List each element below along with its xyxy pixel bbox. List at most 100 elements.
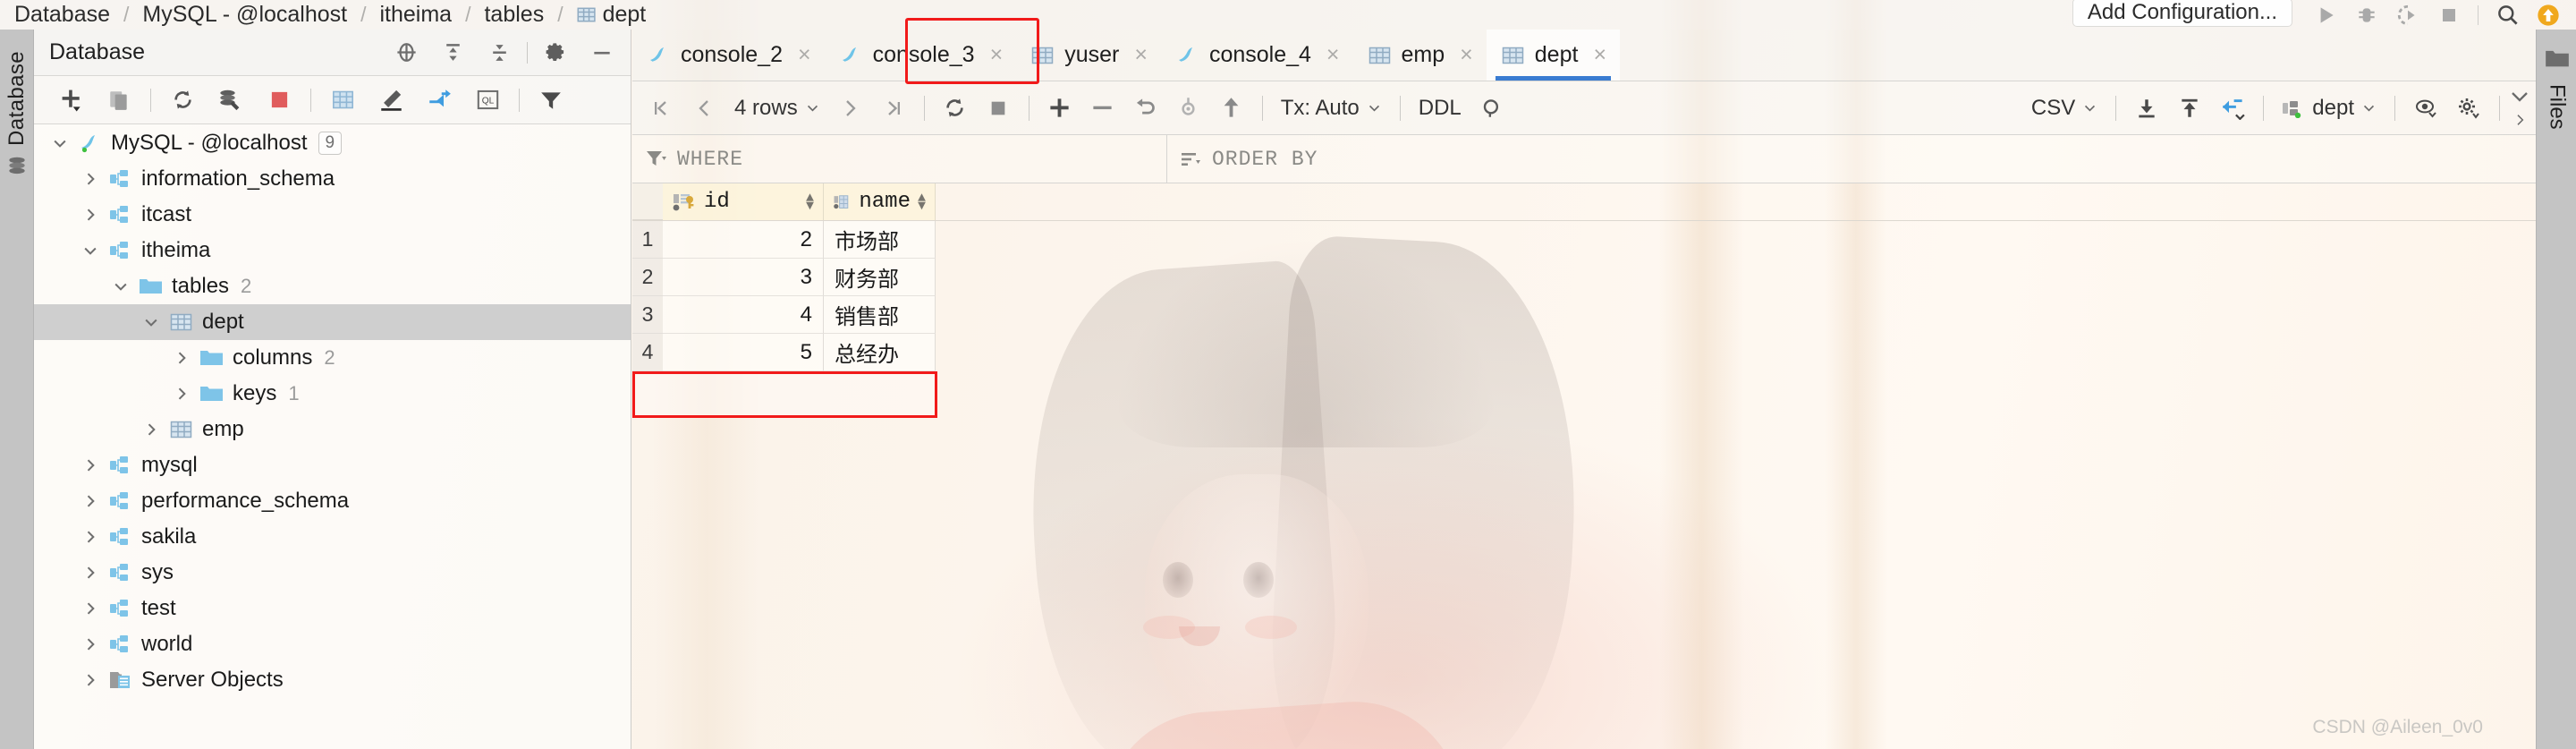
next-page-icon[interactable] (829, 81, 872, 135)
add-icon[interactable] (47, 76, 95, 124)
add-configuration-button[interactable]: Add Configuration... (2072, 0, 2292, 27)
hide-icon[interactable] (579, 30, 625, 76)
chevron-right-icon[interactable] (136, 421, 166, 438)
table-row[interactable]: 4 5 总经办 (632, 334, 2536, 371)
tree-node-performance-schema[interactable]: performance_schema (34, 483, 631, 519)
modify-icon[interactable] (367, 76, 415, 124)
ddl-button[interactable]: DDL (1410, 96, 1470, 121)
chevron-right-icon[interactable] (75, 492, 106, 510)
tree-node-itcast[interactable]: itcast (34, 197, 631, 233)
row-count-selector[interactable]: 4 rows (725, 96, 829, 121)
stop-icon[interactable] (977, 81, 1020, 135)
chevron-right-icon[interactable] (75, 456, 106, 474)
locate-icon[interactable] (383, 30, 429, 76)
jump-to-editor-icon[interactable] (2211, 81, 2254, 135)
order-by-input[interactable]: ORDER BY (1167, 135, 1318, 183)
chevron-down-icon[interactable] (45, 134, 75, 152)
stop-icon[interactable] (2428, 0, 2470, 30)
stop-icon[interactable] (255, 76, 303, 124)
where-filter-input[interactable]: WHERE (632, 135, 1167, 183)
close-icon[interactable]: × (1460, 42, 1473, 68)
chevron-right-icon[interactable] (75, 170, 106, 188)
prev-page-icon[interactable] (682, 81, 725, 135)
reload-icon[interactable] (934, 81, 977, 135)
cell-name[interactable]: 总经办 (824, 334, 936, 371)
editor-tab-console_2[interactable]: console_2 × (632, 30, 825, 81)
database-tree[interactable]: MySQL - @localhost 9 information_schema i… (34, 125, 631, 749)
export-format-selector[interactable]: CSV (2022, 96, 2106, 121)
search-icon[interactable] (1470, 81, 1513, 135)
table-row[interactable]: 3 4 销售部 (632, 296, 2536, 334)
filter-icon[interactable] (527, 76, 575, 124)
add-row-icon[interactable] (1038, 81, 1081, 135)
sort-indicator-icon[interactable]: ▲ ▼ (918, 192, 926, 213)
chevron-right-icon[interactable] (2509, 113, 2530, 127)
tree-node-information-schema[interactable]: information_schema (34, 161, 631, 197)
schema-selector[interactable]: dept (2273, 96, 2385, 121)
tree-node-test[interactable]: test (34, 591, 631, 626)
tree-node-emp[interactable]: emp (34, 412, 631, 447)
chevron-right-icon[interactable] (166, 385, 197, 403)
tree-node-keys[interactable]: keys 1 (34, 376, 631, 412)
editor-tab-dept[interactable]: dept × (1486, 30, 1621, 81)
expand-all-icon[interactable] (429, 30, 476, 76)
chevron-right-icon[interactable] (75, 564, 106, 582)
new-row-placeholder[interactable] (632, 371, 937, 418)
breadcrumb-item[interactable]: tables (482, 2, 546, 28)
cell-name[interactable]: 市场部 (824, 221, 936, 259)
tree-node-server-objects[interactable]: Server Objects (34, 662, 631, 698)
editor-tab-yuser[interactable]: yuser × (1016, 30, 1161, 81)
import-icon[interactable] (2125, 81, 2168, 135)
settings-icon[interactable] (532, 30, 579, 76)
cell-id[interactable]: 4 (663, 296, 824, 334)
column-header-name[interactable]: name ▲ ▼ (824, 183, 936, 220)
breadcrumb-item[interactable]: Database (13, 2, 112, 28)
view-options-icon[interactable] (2404, 81, 2447, 135)
tool-window-tab-database[interactable]: Database (0, 38, 34, 231)
last-page-icon[interactable] (872, 81, 915, 135)
tool-window-tab-files[interactable]: Files (2537, 37, 2576, 193)
first-page-icon[interactable] (640, 81, 682, 135)
jump-to-editor-icon[interactable] (415, 76, 463, 124)
editor-tab-emp[interactable]: emp × (1353, 30, 1487, 81)
close-icon[interactable]: × (990, 42, 1004, 68)
settings-icon[interactable] (2447, 81, 2490, 135)
chevron-right-icon[interactable] (75, 671, 106, 689)
cell-id[interactable]: 2 (663, 221, 824, 259)
chevron-right-icon[interactable] (75, 206, 106, 224)
tree-node-itheima[interactable]: itheima (34, 233, 631, 268)
table-row[interactable]: 2 3 财务部 (632, 259, 2536, 296)
run-icon[interactable] (2305, 0, 2346, 30)
revert-selected-icon[interactable] (1167, 81, 1210, 135)
table-row[interactable]: 1 2 市场部 (632, 221, 2536, 259)
cell-id[interactable]: 5 (663, 334, 824, 371)
tree-node-mysql-localhost[interactable]: MySQL - @localhost 9 (34, 125, 631, 161)
run-with-coverage-icon[interactable] (2387, 0, 2428, 30)
chevron-right-icon[interactable] (75, 528, 106, 546)
delete-row-icon[interactable] (1081, 81, 1124, 135)
breadcrumb-item[interactable]: dept (575, 2, 648, 28)
submit-icon[interactable] (1210, 81, 1253, 135)
chevron-right-icon[interactable] (75, 635, 106, 653)
editor-tab-console_3[interactable]: console_3 × (825, 30, 1017, 81)
breadcrumb-item[interactable]: MySQL - @localhost (140, 2, 349, 28)
sort-indicator-icon[interactable]: ▲ ▼ (806, 192, 814, 213)
revert-icon[interactable] (1124, 81, 1167, 135)
editor-tab-console_4[interactable]: console_4 × (1161, 30, 1353, 81)
column-header-id[interactable]: id ▲ ▼ (663, 183, 824, 220)
debug-icon[interactable] (2346, 0, 2387, 30)
tree-node-world[interactable]: world (34, 626, 631, 662)
sync-db-icon[interactable] (207, 76, 255, 124)
chevron-down-icon[interactable] (106, 277, 136, 295)
data-grid[interactable]: id ▲ ▼ name ▲ ▼ 1 2 市场部 2 3 财务部 3 4 销售部 4 5 总经办 (632, 183, 2536, 749)
cell-name[interactable]: 财务部 (824, 259, 936, 296)
chevron-down-icon[interactable] (75, 242, 106, 260)
close-icon[interactable]: × (798, 42, 811, 68)
breadcrumb-item[interactable]: itheima (378, 2, 454, 28)
editor-tab-bar[interactable]: console_2 × console_3 × yuser × console_4 × … (632, 30, 2536, 81)
collapse-all-icon[interactable] (476, 30, 522, 76)
copy-icon[interactable] (95, 76, 143, 124)
data-grid-rows[interactable]: 1 2 市场部 2 3 财务部 3 4 销售部 4 5 总经办 (632, 221, 2536, 371)
tree-node-mysql[interactable]: mysql (34, 447, 631, 483)
close-icon[interactable]: × (1326, 42, 1340, 68)
